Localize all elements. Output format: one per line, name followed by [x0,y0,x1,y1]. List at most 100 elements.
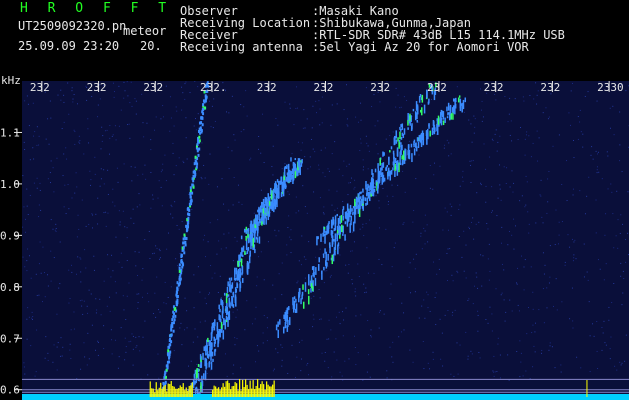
echo-trace-segment [207,337,209,343]
noise-dot [213,98,215,100]
echo-trace-segment [446,106,448,112]
echo-trace-segment [385,166,388,171]
noise-dot [40,272,42,274]
noise-dot [53,191,55,193]
noise-burst [246,384,248,397]
noise-dot [378,200,380,202]
echo-trace-segment [179,273,182,277]
x-tick-label: 232 [427,81,447,94]
noise-dot [414,268,416,270]
noise-dot [308,374,310,376]
noise-dot [137,302,139,304]
echo-trace-segment [206,351,209,358]
noise-dot [613,247,615,249]
noise-dot [573,157,575,159]
noise-dot [87,118,89,120]
noise-dot [467,355,469,357]
noise-dot [217,291,219,293]
noise-dot [126,295,128,297]
noise-dot [480,184,482,186]
echo-trace-segment [401,155,403,160]
echo-trace-segment [209,347,211,357]
noise-dot [354,288,356,290]
noise-dot [232,204,234,206]
noise-dot [107,212,109,214]
noise-dot [479,88,481,90]
noise-dot [298,210,300,212]
noise-dot [609,348,611,350]
noise-dot [91,227,93,229]
noise-dot [31,311,33,313]
noise-dot [61,128,63,130]
noise-dot [546,287,548,289]
noise-dot [611,191,613,193]
echo-trace-segment [298,288,301,298]
noise-dot [133,222,135,224]
noise-dot [134,98,136,100]
echo-trace-segment [450,113,453,120]
noise-dot [29,255,31,257]
noise-dot [236,309,238,311]
noise-dot [373,182,375,184]
noise-dot [624,360,626,362]
noise-dot [185,81,187,83]
noise-dot [480,109,482,111]
noise-dot [621,304,623,306]
echo-trace-segment [316,236,318,246]
noise-burst [272,384,274,397]
noise-dot [499,354,501,356]
echo-trace-segment [186,222,189,226]
echo-trace-segment [403,128,406,135]
noise-dot [558,221,560,223]
noise-dot [36,187,38,189]
noise-dot [321,122,323,124]
y-tick-label: 0.9 [0,229,20,242]
noise-dot [266,317,268,319]
noise-dot [128,123,130,125]
noise-dot [586,271,588,273]
noise-dot [120,327,122,329]
noise-burst [270,386,272,397]
noise-dot [50,219,52,221]
noise-dot [182,92,184,94]
noise-dot [343,109,345,111]
noise-dot [363,235,365,237]
noise-dot [620,262,622,264]
noise-dot [476,276,478,278]
noise-dot [302,127,304,129]
noise-dot [304,277,306,279]
noise-dot [318,100,320,102]
noise-dot [488,243,490,245]
noise-dot [331,104,333,106]
noise-dot [487,228,489,230]
noise-burst [155,382,157,397]
echo-trace-segment [301,158,303,164]
echo-trace-segment [371,169,373,175]
noise-dot [582,146,584,148]
noise-dot [142,122,144,124]
echo-trace-segment [244,250,246,255]
echo-trace-segment [167,360,170,364]
echo-trace-segment [182,245,185,249]
noise-dot [541,349,543,351]
noise-dot [472,303,474,305]
noise-dot [369,219,371,221]
noise-dot [365,287,367,289]
noise-dot [196,363,198,365]
noise-dot [43,272,45,274]
noise-dot [35,273,37,275]
noise-dot [564,261,566,263]
noise-dot [29,159,31,161]
echo-trace-segment [349,204,352,215]
noise-dot [126,227,128,229]
noise-dot [183,162,185,164]
noise-dot [610,127,612,129]
noise-dot [150,207,152,209]
echo-trace-segment [284,311,286,322]
noise-dot [209,222,211,224]
echo-trace-segment [448,113,451,121]
echo-trace-segment [464,97,467,103]
noise-dot [88,223,90,225]
noise-dot [306,364,308,366]
echo-trace-segment [197,140,200,144]
